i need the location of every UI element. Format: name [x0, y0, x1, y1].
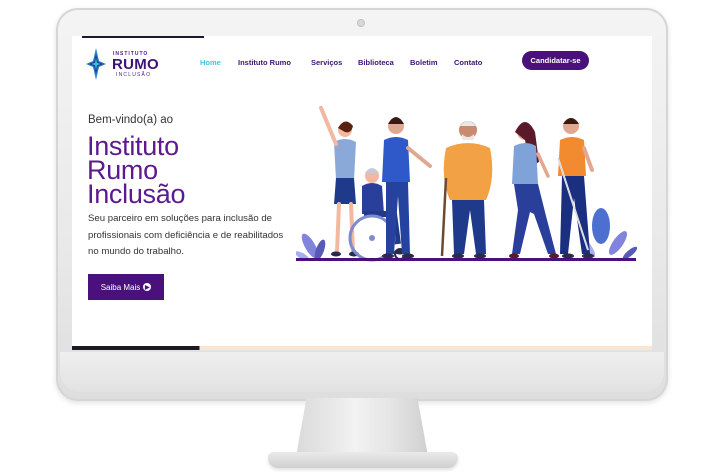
welcome-text: Bem-vindo(a) ao: [88, 114, 174, 126]
website-screen: INSTITUTO RUMO INCLUSÃO Home Instituto R…: [72, 36, 652, 350]
people-inclusion-illustration: [296, 106, 638, 262]
nav-home[interactable]: Home: [200, 58, 221, 67]
person-caregiver: [382, 117, 432, 259]
logo-line-3: INCLUSÃO: [116, 72, 152, 78]
monitor-base: [268, 452, 458, 468]
nav-servicos[interactable]: Serviços: [311, 58, 342, 67]
nav-instituto-rumo[interactable]: Instituto Rumo: [238, 58, 291, 67]
arrow-circle-right-icon: ▶: [143, 283, 152, 291]
top-accent-line: [82, 36, 204, 38]
camera-icon: [357, 19, 365, 27]
hero-title: Instituto Rumo Inclusão: [87, 133, 186, 209]
apply-button[interactable]: Candidatar-se: [522, 51, 589, 70]
site-logo[interactable]: INSTITUTO RUMO INCLUSÃO: [86, 48, 166, 80]
leaves-left: [296, 233, 326, 261]
person-waving: [319, 106, 359, 257]
logo-line-2: RUMO: [112, 56, 160, 73]
nav-contato[interactable]: Contato: [454, 58, 482, 67]
person-elder-cane: [440, 121, 493, 259]
next-section-strip: [72, 346, 652, 350]
hero-description: Seu parceiro em soluções para inclusão d…: [88, 213, 284, 257]
learn-more-button[interactable]: Saiba Mais ▶: [88, 274, 164, 300]
ground-line: [296, 258, 636, 261]
hero-title-line: Inclusão: [87, 179, 186, 209]
monitor-chin: [60, 352, 664, 392]
learn-more-label: Saiba Mais: [100, 282, 141, 292]
nav-biblioteca[interactable]: Biblioteca: [358, 58, 394, 67]
monitor-stand: [296, 398, 428, 456]
person-blind-man: [557, 118, 594, 259]
compass-star-icon: [86, 48, 106, 80]
person-woman-walking: [509, 122, 559, 259]
nav-boletim[interactable]: Boletim: [410, 58, 438, 67]
